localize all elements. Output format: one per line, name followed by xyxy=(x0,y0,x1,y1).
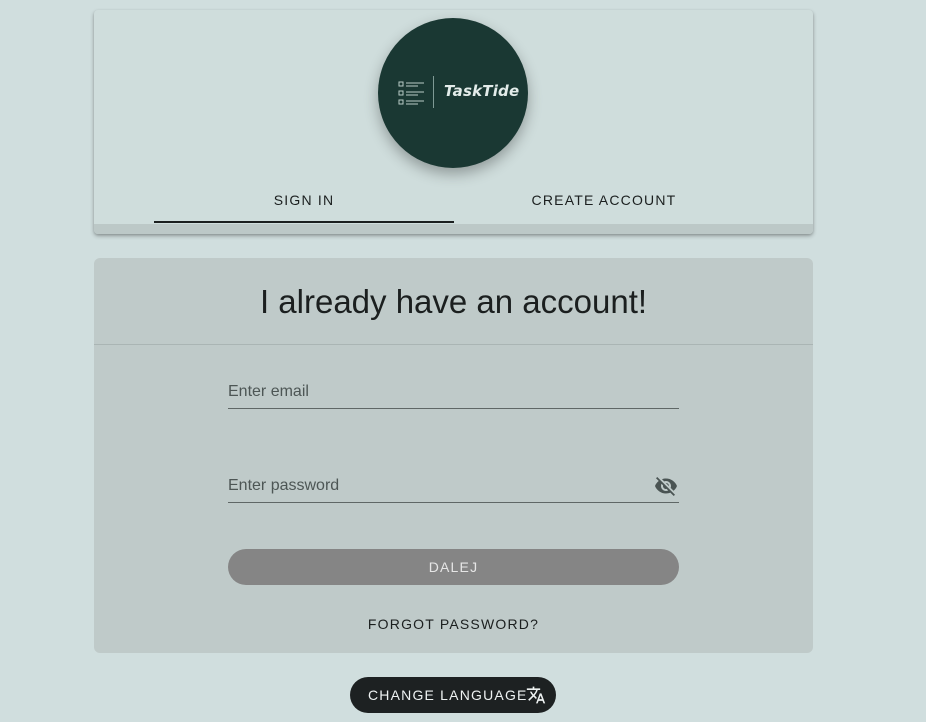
visibility-off-icon[interactable] xyxy=(653,474,679,498)
change-language-button[interactable]: CHANGE LANGUAGE xyxy=(350,677,556,713)
translate-icon xyxy=(526,686,546,704)
checklist-icon xyxy=(398,81,424,105)
password-input[interactable] xyxy=(228,474,648,498)
email-input[interactable] xyxy=(228,380,648,404)
submit-button[interactable]: DALEJ xyxy=(228,549,679,585)
header-card: TaskTide SIGN IN CREATE ACCOUNT xyxy=(94,10,813,234)
app-logo: TaskTide xyxy=(378,18,528,168)
logo-text: TaskTide xyxy=(444,82,520,100)
change-language-label: CHANGE LANGUAGE xyxy=(368,687,528,703)
tab-create-account[interactable]: CREATE ACCOUNT xyxy=(454,186,754,224)
tab-sign-in[interactable]: SIGN IN xyxy=(154,186,454,224)
form-title: I already have an account! xyxy=(259,283,648,320)
tab-bar-track xyxy=(94,224,813,234)
logo-separator xyxy=(433,76,434,108)
form-divider xyxy=(94,344,813,345)
forgot-password-link[interactable]: FORGOT PASSWORD? xyxy=(328,616,579,632)
password-field xyxy=(228,466,679,503)
active-tab-indicator xyxy=(154,221,454,223)
sign-in-form: I already have an account! DALEJ FORGOT … xyxy=(94,258,813,653)
email-field xyxy=(228,372,679,409)
